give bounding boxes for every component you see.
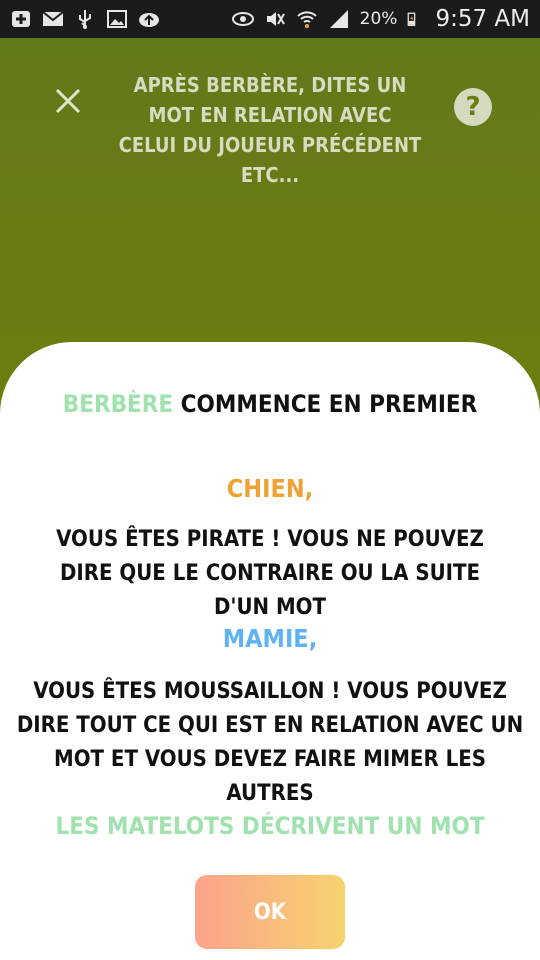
- mail-icon: [42, 11, 64, 26]
- status-left-icons: [10, 8, 160, 30]
- plus-icon: [12, 11, 30, 27]
- others-line: LES MATELOTS DÉCRIVENT UN MOT: [55, 812, 485, 840]
- battery-percent: 20%: [359, 9, 398, 29]
- signal-icon: [329, 10, 348, 28]
- wifi-icon: [296, 11, 317, 28]
- status-bar: 20% 9:57 AM: [0, 0, 540, 38]
- close-icon: [55, 88, 81, 114]
- role2-name-line: MAMIE,: [0, 624, 540, 653]
- ok-button[interactable]: OK: [195, 875, 345, 949]
- help-button[interactable]: ?: [454, 88, 492, 126]
- battery-icon: [408, 12, 416, 26]
- upload-icon: [139, 13, 159, 27]
- instruction-text: APRÈS BERBÈRE, DITES UN MOT EN RELATION …: [118, 73, 422, 187]
- role1-description: VOUS ÊTES PIRATE ! VOUS NE POUVEZ DIRE Q…: [56, 527, 484, 620]
- roles-sheet: BERBÈRE COMMENCE EN PREMIER CHIEN, VOUS …: [0, 342, 540, 960]
- clock: 9:57 AM: [435, 6, 530, 32]
- first-player-suffix: COMMENCE EN PREMIER: [173, 390, 478, 418]
- mute-icon: [266, 12, 285, 26]
- role2-description: VOUS ÊTES MOUSSAILLON ! VOUS POUVEZ DIRE…: [16, 679, 524, 806]
- first-player-line: BERBÈRE COMMENCE EN PREMIER: [0, 390, 540, 418]
- role1-comma: ,: [304, 474, 314, 503]
- role2-comma: ,: [308, 624, 318, 653]
- close-button[interactable]: [50, 86, 86, 122]
- role1-name-line: CHIEN,: [0, 474, 540, 503]
- image-icon: [107, 10, 127, 28]
- role2-name: MAMIE: [222, 624, 309, 653]
- game-header: APRÈS BERBÈRE, DITES UN MOT EN RELATION …: [0, 38, 540, 188]
- question-icon: ?: [465, 92, 481, 122]
- role1-name: CHIEN: [226, 474, 305, 503]
- usb-icon: [79, 10, 91, 29]
- first-player-name: BERBÈRE: [62, 390, 174, 418]
- status-right-icons: 20% 9:57 AM: [231, 6, 530, 32]
- eye-icon: [231, 12, 254, 26]
